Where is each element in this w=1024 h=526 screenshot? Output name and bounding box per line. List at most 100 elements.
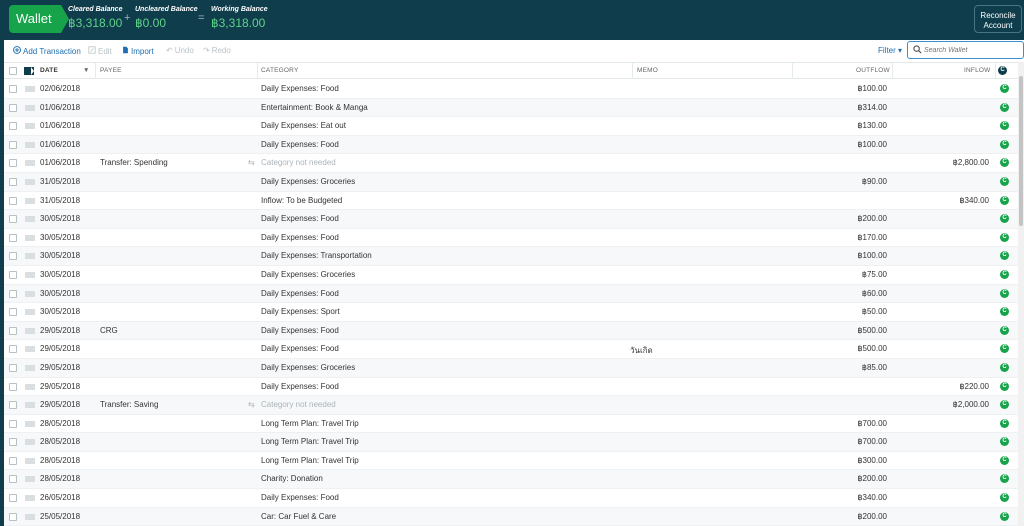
category-cell[interactable]: Daily Expenses: Food: [261, 326, 339, 335]
outflow-column-header[interactable]: OUTFLOW: [856, 67, 890, 74]
date-cell[interactable]: 30/05/2018: [40, 270, 80, 279]
inflow-cell[interactable]: ฿2,000.00: [904, 400, 989, 409]
date-cell[interactable]: 30/05/2018: [40, 214, 80, 223]
outflow-cell[interactable]: ฿300.00: [804, 456, 887, 465]
outflow-cell[interactable]: ฿100.00: [804, 84, 887, 93]
scrollbar-thumb[interactable]: [1019, 76, 1023, 226]
add-transaction-button[interactable]: Add Transaction: [13, 46, 81, 56]
category-cell[interactable]: Daily Expenses: Food: [261, 493, 339, 502]
date-cell[interactable]: 30/05/2018: [40, 251, 80, 260]
cleared-icon[interactable]: C: [1000, 121, 1009, 131]
payee-cell[interactable]: Transfer: Saving: [100, 400, 158, 409]
edit-button[interactable]: Edit: [88, 46, 112, 56]
category-cell[interactable]: Long Term Plan: Travel Trip: [261, 437, 359, 446]
inflow-column-header[interactable]: INFLOW: [964, 67, 990, 74]
date-cell[interactable]: 01/06/2018: [40, 158, 80, 167]
table-row[interactable]: 29/05/2018 Daily Expenses: Groceries ฿85.0…: [4, 358, 1020, 378]
flag-icon[interactable]: [25, 420, 35, 427]
table-row[interactable]: 01/06/2018 Entertainment: Book & Manga ฿31…: [4, 98, 1020, 118]
payee-cell[interactable]: Transfer: Spending: [100, 158, 168, 167]
table-row[interactable]: 25/05/2018 Car: Car Fuel & Care ฿200.00 C: [4, 507, 1020, 526]
date-cell[interactable]: 01/06/2018: [40, 140, 80, 149]
category-column-header[interactable]: CATEGORY: [261, 67, 298, 74]
row-checkbox[interactable]: [9, 140, 17, 149]
flag-icon[interactable]: [25, 402, 35, 409]
date-cell[interactable]: 30/05/2018: [40, 233, 80, 242]
row-checkbox[interactable]: [9, 196, 17, 205]
flag-icon[interactable]: [25, 160, 35, 167]
date-cell[interactable]: 29/05/2018: [40, 400, 80, 409]
row-checkbox[interactable]: [9, 103, 17, 112]
category-cell[interactable]: Daily Expenses: Groceries: [261, 177, 355, 186]
payee-column-header[interactable]: PAYEE: [100, 67, 122, 74]
search-box[interactable]: [907, 41, 1024, 59]
date-cell[interactable]: 02/06/2018: [40, 84, 80, 93]
inflow-cell[interactable]: ฿220.00: [904, 382, 989, 391]
table-row[interactable]: 30/05/2018 Daily Expenses: Food ฿170.00 C: [4, 229, 1020, 248]
search-input[interactable]: [924, 44, 1020, 56]
date-cell[interactable]: 25/05/2018: [40, 512, 80, 521]
row-checkbox[interactable]: [9, 475, 17, 484]
cleared-icon[interactable]: C: [1000, 176, 1009, 186]
table-row[interactable]: 30/05/2018 Daily Expenses: Sport ฿50.00 C: [4, 303, 1020, 322]
category-cell[interactable]: Daily Expenses: Food: [261, 382, 339, 391]
outflow-cell[interactable]: ฿200.00: [804, 474, 887, 483]
cleared-icon[interactable]: C: [1000, 381, 1009, 391]
row-checkbox[interactable]: [9, 401, 17, 410]
table-row[interactable]: 30/05/2018 Daily Expenses: Transportation…: [4, 247, 1020, 266]
table-row[interactable]: 28/05/2018 Charity: Donation ฿200.00 C: [4, 470, 1020, 490]
flag-icon[interactable]: [25, 495, 35, 502]
cleared-icon[interactable]: C: [1000, 84, 1009, 93]
redo-button[interactable]: ↷ Redo: [203, 46, 231, 55]
cleared-icon[interactable]: C: [1000, 344, 1009, 354]
flag-icon[interactable]: [25, 309, 35, 316]
row-checkbox[interactable]: [9, 363, 17, 372]
table-row[interactable]: 29/05/2018 Transfer: Saving ⇆ Category not …: [4, 396, 1020, 415]
outflow-cell[interactable]: ฿90.00: [804, 177, 887, 186]
flag-icon[interactable]: [25, 290, 35, 297]
row-checkbox[interactable]: [9, 494, 17, 503]
row-checkbox[interactable]: [9, 512, 17, 521]
cleared-icon[interactable]: C: [1000, 455, 1009, 465]
row-checkbox[interactable]: [9, 215, 17, 224]
date-column-header[interactable]: DATE: [40, 67, 58, 74]
date-sort-icon[interactable]: ▼: [83, 67, 90, 74]
table-row[interactable]: 30/05/2018 Daily Expenses: Groceries ฿75.0…: [4, 266, 1020, 285]
category-cell[interactable]: Category not needed: [261, 158, 336, 167]
category-cell[interactable]: Charity: Donation: [261, 474, 323, 483]
row-checkbox[interactable]: [9, 419, 17, 428]
table-row[interactable]: 31/05/2018 Inflow: To be Budgeted ฿340.00 C: [4, 192, 1020, 211]
table-row[interactable]: 28/05/2018 Long Term Plan: Travel Trip ฿70…: [4, 415, 1020, 434]
cleared-icon[interactable]: C: [1000, 195, 1009, 205]
category-cell[interactable]: Long Term Plan: Travel Trip: [261, 456, 359, 465]
outflow-cell[interactable]: ฿100.00: [804, 140, 887, 149]
date-cell[interactable]: 29/05/2018: [40, 344, 80, 353]
table-row[interactable]: 01/06/2018 Daily Expenses: Eat out ฿130.00…: [4, 117, 1020, 136]
row-checkbox[interactable]: [9, 438, 17, 447]
flag-column-icon[interactable]: [24, 67, 34, 77]
select-all-checkbox[interactable]: [9, 67, 17, 75]
category-cell[interactable]: Daily Expenses: Transportation: [261, 251, 372, 260]
filter-button[interactable]: Filter ▾: [878, 46, 902, 55]
flag-icon[interactable]: [25, 346, 35, 353]
inflow-cell[interactable]: ฿340.00: [904, 196, 989, 205]
flag-icon[interactable]: [25, 104, 35, 111]
outflow-cell[interactable]: ฿100.00: [804, 251, 887, 260]
outflow-cell[interactable]: ฿60.00: [804, 289, 887, 298]
cleared-column-header[interactable]: C: [998, 66, 1007, 75]
cleared-icon[interactable]: C: [1000, 232, 1009, 242]
category-cell[interactable]: Daily Expenses: Groceries: [261, 363, 355, 372]
flag-icon[interactable]: [25, 141, 35, 148]
row-checkbox[interactable]: [9, 382, 17, 391]
table-row[interactable]: 29/05/2018 Daily Expenses: Food วันเกิด ฿50…: [4, 340, 1020, 359]
cleared-icon[interactable]: C: [1000, 214, 1009, 224]
row-checkbox[interactable]: [9, 345, 17, 354]
date-cell[interactable]: 31/05/2018: [40, 196, 80, 205]
category-cell[interactable]: Daily Expenses: Sport: [261, 307, 340, 316]
date-cell[interactable]: 01/06/2018: [40, 121, 80, 130]
row-checkbox[interactable]: [9, 122, 17, 131]
table-row[interactable]: 31/05/2018 Daily Expenses: Groceries ฿90.0…: [4, 172, 1020, 192]
date-cell[interactable]: 26/05/2018: [40, 493, 80, 502]
table-row[interactable]: 28/05/2018 Long Term Plan: Travel Trip ฿30…: [4, 452, 1020, 471]
table-row[interactable]: 30/05/2018 Daily Expenses: Food ฿200.00 C: [4, 210, 1020, 229]
